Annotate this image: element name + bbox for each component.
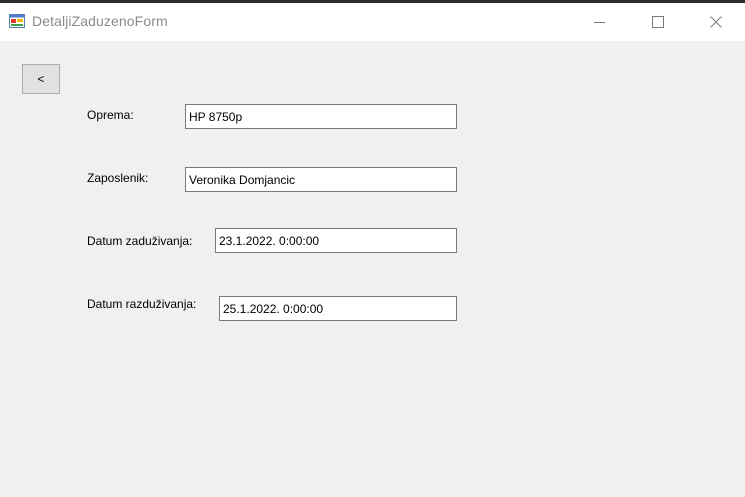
oprema-label: Oprema: (87, 108, 134, 122)
close-icon (710, 16, 722, 28)
datum-razduzivanja-label: Datum razduživanja: (87, 297, 197, 311)
zaposlenik-label: Zaposlenik: (87, 171, 149, 185)
zaposlenik-field[interactable]: Veronika Domjancic (185, 167, 457, 192)
back-button[interactable]: < (22, 64, 60, 94)
title-bar[interactable]: DetaljiZaduzenoForm (0, 3, 745, 41)
oprema-field[interactable]: HP 8750p (185, 104, 457, 129)
minimize-icon (593, 17, 605, 28)
datum-razduzivanja-field[interactable]: 25.1.2022. 0:00:00 (219, 296, 457, 321)
form-window: DetaljiZaduzenoForm < Oprema: HP 8750p Z… (0, 0, 745, 497)
windows-form-icon (9, 14, 25, 28)
minimize-button[interactable] (570, 3, 628, 41)
maximize-icon (652, 16, 664, 28)
form-body: < Oprema: HP 8750p Zaposlenik: Veronika … (0, 41, 745, 497)
datum-zaduzivanja-field[interactable]: 23.1.2022. 0:00:00 (215, 228, 457, 253)
close-button[interactable] (687, 3, 745, 41)
maximize-button[interactable] (629, 3, 687, 41)
window-title: DetaljiZaduzenoForm (32, 13, 168, 29)
datum-zaduzivanja-label: Datum zaduživanja: (87, 234, 193, 248)
